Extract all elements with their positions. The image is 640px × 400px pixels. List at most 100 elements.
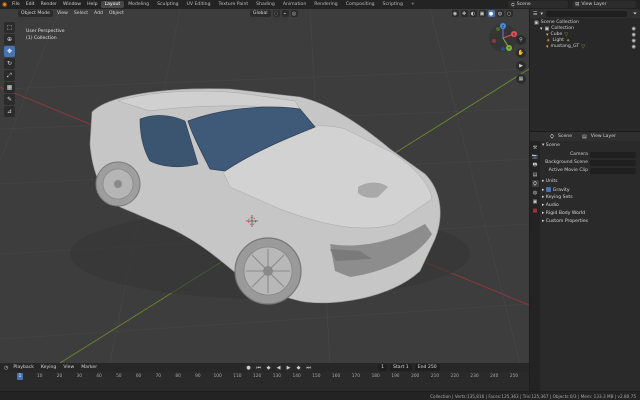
audio-panel[interactable]: ▸ Audio bbox=[542, 203, 559, 208]
custom-properties-panel[interactable]: ▸ Custom Properties bbox=[542, 219, 588, 224]
scene-selector[interactable]: ⛭ Scene bbox=[508, 1, 568, 8]
background-scene-label: Background Scene bbox=[545, 160, 588, 165]
timeline-menu-keying[interactable]: Keying bbox=[39, 365, 58, 370]
tab-rendering[interactable]: Rendering bbox=[310, 1, 341, 8]
mesh-data-icon: ▽ bbox=[581, 44, 586, 50]
view-layer-selector[interactable]: ▤ View Layer bbox=[572, 1, 636, 8]
timeline-menu-playback[interactable]: Playback bbox=[11, 365, 36, 370]
texture-properties-icon[interactable]: ▦ bbox=[532, 207, 539, 214]
tab-sculpting[interactable]: Sculpting bbox=[153, 1, 182, 8]
keying-sets-panel[interactable]: ▸ Keying Sets bbox=[542, 195, 573, 200]
start-frame-field[interactable]: Start 1 bbox=[390, 364, 412, 371]
zoom-icon[interactable]: ⚲ bbox=[516, 35, 526, 45]
cursor-tool-icon[interactable]: ⊕ bbox=[4, 34, 15, 45]
solid-shading-icon[interactable]: ● bbox=[487, 10, 495, 17]
filter-icon[interactable]: ⏷ bbox=[633, 11, 637, 17]
blender-logo-icon[interactable]: ◉ bbox=[0, 0, 9, 9]
scene-name: Scene bbox=[516, 2, 531, 7]
move-tool-icon[interactable]: ✥ bbox=[4, 46, 15, 57]
end-frame-field[interactable]: End 250 bbox=[414, 364, 440, 371]
menu-help[interactable]: Help bbox=[84, 2, 100, 7]
render-properties-icon[interactable]: 📷 bbox=[532, 153, 539, 160]
jump-start-icon[interactable]: ⏮ bbox=[255, 364, 263, 371]
expand-arrow-icon[interactable]: ▾ bbox=[540, 26, 543, 32]
world-properties-icon[interactable]: ◍ bbox=[532, 189, 539, 196]
tab-scripting[interactable]: Scripting bbox=[379, 1, 407, 8]
mode-select[interactable]: Object Mode bbox=[18, 10, 53, 17]
ortho-toggle-icon[interactable]: ▦ bbox=[516, 74, 526, 84]
playhead[interactable]: 1 bbox=[17, 373, 23, 380]
tab-texture-paint[interactable]: Texture Paint bbox=[215, 1, 253, 8]
scene-properties-icon[interactable]: ⛭ bbox=[531, 180, 539, 187]
xray-icon[interactable]: ▣ bbox=[478, 10, 486, 17]
pan-icon[interactable]: ✋ bbox=[516, 48, 526, 58]
transform-tool-icon[interactable]: ▦ bbox=[4, 82, 15, 93]
camera-view-icon[interactable]: ▶ bbox=[516, 61, 526, 71]
rendered-shading-icon[interactable]: ○ bbox=[505, 10, 513, 17]
viewport-menu-add[interactable]: Add bbox=[92, 11, 105, 16]
car-model[interactable] bbox=[70, 88, 470, 305]
menu-window[interactable]: Window bbox=[60, 2, 84, 7]
tab-scene[interactable]: Scene bbox=[558, 134, 572, 139]
gravity-panel[interactable]: ▸ Gravity bbox=[542, 187, 570, 193]
ruler-tick-label: 160 bbox=[332, 374, 341, 379]
play-icon[interactable]: ▶ bbox=[285, 364, 293, 371]
viewport-menu-object[interactable]: Object bbox=[107, 11, 126, 16]
orientation-select[interactable]: Global bbox=[249, 10, 271, 17]
prev-key-icon[interactable]: ◆ bbox=[265, 364, 273, 371]
gizmo-toggle-icon[interactable]: ✥ bbox=[460, 10, 468, 17]
camera-field[interactable] bbox=[590, 152, 636, 158]
navigation-gizmo[interactable]: X Y Z bbox=[488, 23, 518, 53]
annotate-tool-icon[interactable]: ✎ bbox=[4, 94, 15, 105]
outliner-display-icon[interactable]: ▾ bbox=[540, 11, 543, 17]
tab-view-layer[interactable]: View Layer bbox=[591, 134, 616, 139]
tab-shading[interactable]: Shading bbox=[252, 1, 279, 8]
tool-properties-icon[interactable]: ⚒ bbox=[532, 144, 539, 151]
tab-animation[interactable]: Animation bbox=[279, 1, 310, 8]
3d-viewport[interactable]: Object Mode View Select Add Object Globa… bbox=[0, 9, 529, 363]
measure-tool-icon[interactable]: ⊿ bbox=[4, 106, 15, 117]
viewport-menu-view[interactable]: View bbox=[55, 11, 70, 16]
next-key-icon[interactable]: ◆ bbox=[295, 364, 303, 371]
select-box-tool-icon[interactable]: ⬚ bbox=[4, 22, 15, 33]
proportional-edit-icon[interactable]: ◎ bbox=[290, 10, 298, 17]
tab-uv-editing[interactable]: UV Editing bbox=[183, 1, 215, 8]
scale-tool-icon[interactable]: ⤢ bbox=[4, 70, 15, 81]
rotate-tool-icon[interactable]: ↻ bbox=[4, 58, 15, 69]
active-movie-clip-field[interactable] bbox=[590, 168, 636, 174]
outliner-search-input[interactable] bbox=[546, 10, 627, 17]
scene-panel-header[interactable]: ▾ Scene bbox=[542, 143, 560, 148]
current-frame-field[interactable]: 1 bbox=[378, 364, 388, 371]
timeline-ruler[interactable]: 0102030405060708090100110120130140150160… bbox=[0, 373, 529, 380]
menu-render[interactable]: Render bbox=[38, 2, 60, 7]
timeline-menu-marker[interactable]: Marker bbox=[79, 365, 99, 370]
menu-file[interactable]: File bbox=[9, 2, 23, 7]
pivot-icon[interactable]: ◌ bbox=[272, 10, 280, 17]
output-properties-icon[interactable]: 🖶 bbox=[532, 162, 539, 169]
scene-panel-title: Scene bbox=[545, 143, 560, 148]
jump-end-icon[interactable]: ⏭ bbox=[305, 364, 313, 371]
eye-icon[interactable]: ◉ bbox=[632, 44, 636, 50]
object-properties-icon[interactable]: ▣ bbox=[532, 198, 539, 205]
timeline-editor-icon[interactable]: ◷ bbox=[4, 365, 8, 371]
tab-compositing[interactable]: Compositing bbox=[342, 1, 379, 8]
rigid-body-world-panel[interactable]: ▸ Rigid Body World bbox=[542, 211, 585, 216]
play-reverse-icon[interactable]: ◀ bbox=[275, 364, 283, 371]
outliner-editor-icon[interactable]: ☰ bbox=[533, 11, 537, 17]
timeline-menu-view[interactable]: View bbox=[61, 365, 76, 370]
background-scene-field[interactable] bbox=[590, 160, 636, 166]
add-workspace-button[interactable]: + bbox=[407, 1, 419, 8]
outliner-row-mustang[interactable]: ▾ mustang_GT ▽ bbox=[546, 44, 585, 50]
overlay-icon[interactable]: ◐ bbox=[469, 10, 477, 17]
visibility-icon[interactable]: ◉ bbox=[451, 10, 459, 17]
record-icon[interactable]: ● bbox=[245, 364, 253, 371]
viewport-menu-select[interactable]: Select bbox=[72, 11, 90, 16]
gravity-checkbox[interactable] bbox=[545, 187, 551, 192]
units-panel[interactable]: ▸ Units bbox=[542, 179, 558, 184]
tab-modeling[interactable]: Modeling bbox=[124, 1, 153, 8]
menu-edit[interactable]: Edit bbox=[23, 2, 38, 7]
material-shading-icon[interactable]: ◍ bbox=[496, 10, 504, 17]
view-layer-properties-icon[interactable]: ▤ bbox=[532, 171, 539, 178]
snap-icon[interactable]: ⌁ bbox=[281, 10, 289, 17]
tab-layout[interactable]: Layout bbox=[100, 1, 125, 8]
